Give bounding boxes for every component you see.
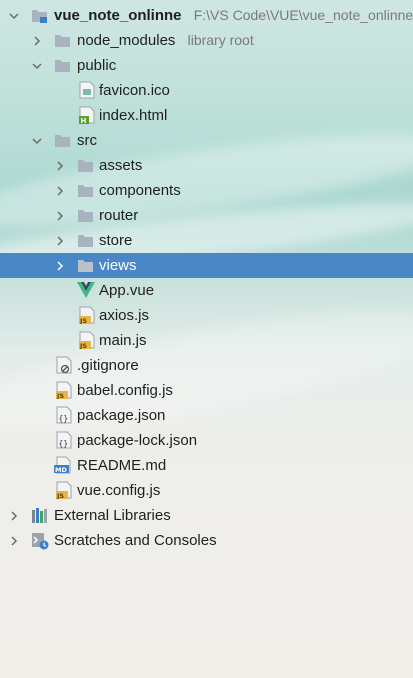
- js-file-icon: JS: [79, 306, 95, 325]
- gitignore-file-icon: [56, 356, 72, 374]
- json-file-icon: {}: [56, 406, 72, 424]
- folder-name: store: [99, 232, 133, 249]
- vue-file-icon: [77, 281, 95, 299]
- tree-row-external-libraries[interactable]: External Libraries: [0, 503, 413, 528]
- svg-text:MD: MD: [55, 466, 67, 474]
- svg-text:JS: JS: [79, 342, 87, 349]
- scratches-icon: [31, 532, 49, 550]
- tree-row-index-html[interactable]: H index.html: [0, 103, 413, 128]
- folder-icon: [77, 157, 94, 174]
- tree-row-views[interactable]: views: [0, 253, 413, 278]
- svg-text:H: H: [81, 117, 87, 124]
- json-file-icon: {}: [56, 431, 72, 449]
- folder-icon: [54, 132, 71, 149]
- tree-row-gitignore[interactable]: .gitignore: [0, 353, 413, 378]
- tree-row-assets[interactable]: assets: [0, 153, 413, 178]
- folder-icon: [54, 32, 71, 49]
- svg-text:JS: JS: [56, 492, 64, 499]
- root-folder-name: vue_note_onlinne: [54, 7, 182, 24]
- external-libraries-label: External Libraries: [54, 507, 171, 524]
- chevron-right-icon[interactable]: [54, 178, 66, 203]
- tree-row-readme[interactable]: MD README.md: [0, 453, 413, 478]
- file-name: package-lock.json: [77, 432, 198, 449]
- chevron-right-icon[interactable]: [54, 253, 66, 278]
- folder-name: src: [77, 132, 97, 149]
- tree-row-favicon[interactable]: favicon.ico: [0, 78, 413, 103]
- markdown-file-icon: MD: [54, 456, 71, 474]
- scratches-label: Scratches and Consoles: [54, 532, 217, 549]
- tree-row-node-modules[interactable]: node_modules library root: [0, 28, 413, 53]
- chevron-right-icon[interactable]: [31, 28, 43, 53]
- folder-name: node_modules: [77, 32, 176, 49]
- folder-name: assets: [99, 157, 143, 174]
- file-name: babel.config.js: [77, 382, 173, 399]
- folder-icon: [77, 232, 94, 249]
- library-root-hint: library root: [187, 32, 254, 48]
- tree-row-public[interactable]: public: [0, 53, 413, 78]
- tree-row-package-lock-json[interactable]: {} package-lock.json: [0, 428, 413, 453]
- svg-text:JS: JS: [56, 392, 64, 399]
- tree-row-scratches[interactable]: Scratches and Consoles: [0, 528, 413, 553]
- tree-row-store[interactable]: store: [0, 228, 413, 253]
- tree-row-src[interactable]: src: [0, 128, 413, 153]
- file-name: axios.js: [99, 307, 150, 324]
- file-name: package.json: [77, 407, 166, 424]
- folder-name: views: [99, 257, 137, 274]
- folder-icon: [54, 57, 71, 74]
- project-folder-icon: [31, 7, 48, 24]
- chevron-right-icon[interactable]: [8, 528, 20, 553]
- tree-row-router[interactable]: router: [0, 203, 413, 228]
- file-name: main.js: [99, 332, 147, 349]
- folder-name: public: [77, 57, 117, 74]
- file-name: index.html: [99, 107, 168, 124]
- svg-text:{}: {}: [59, 439, 69, 448]
- tree-row-main-js[interactable]: JS main.js: [0, 328, 413, 353]
- chevron-right-icon[interactable]: [54, 228, 66, 253]
- svg-text:JS: JS: [79, 317, 87, 324]
- folder-name: components: [99, 182, 181, 199]
- tree-row-vue-config[interactable]: JS vue.config.js: [0, 478, 413, 503]
- folder-icon: [77, 257, 94, 274]
- file-name: vue.config.js: [77, 482, 161, 499]
- tree-row-app-vue[interactable]: App.vue: [0, 278, 413, 303]
- file-name: README.md: [77, 457, 167, 474]
- root-folder-path: F:\VS Code\VUE\vue_note_onlinne: [193, 7, 413, 23]
- js-file-icon: JS: [79, 331, 95, 350]
- libraries-icon: [31, 507, 48, 524]
- chevron-right-icon[interactable]: [54, 203, 66, 228]
- tree-row-components[interactable]: components: [0, 178, 413, 203]
- file-name: favicon.ico: [99, 82, 170, 99]
- project-tree: vue_note_onlinne F:\VS Code\VUE\vue_note…: [0, 3, 413, 553]
- file-name: .gitignore: [77, 357, 139, 374]
- chevron-down-icon[interactable]: [31, 53, 43, 78]
- js-file-icon: JS: [56, 481, 72, 500]
- folder-icon: [77, 182, 94, 199]
- folder-name: router: [99, 207, 139, 224]
- tree-row-root[interactable]: vue_note_onlinne F:\VS Code\VUE\vue_note…: [0, 3, 413, 28]
- tree-row-babel-config[interactable]: JS babel.config.js: [0, 378, 413, 403]
- chevron-right-icon[interactable]: [8, 503, 20, 528]
- js-file-icon: JS: [56, 381, 72, 400]
- chevron-down-icon[interactable]: [31, 128, 43, 153]
- tree-row-package-json[interactable]: {} package.json: [0, 403, 413, 428]
- chevron-down-icon[interactable]: [8, 3, 20, 28]
- image-file-icon: [79, 81, 95, 99]
- tree-row-axios-js[interactable]: JS axios.js: [0, 303, 413, 328]
- file-name: App.vue: [99, 282, 155, 299]
- chevron-right-icon[interactable]: [54, 153, 66, 178]
- svg-text:{}: {}: [59, 414, 69, 423]
- folder-icon: [77, 207, 94, 224]
- html-file-icon: H: [79, 106, 95, 125]
